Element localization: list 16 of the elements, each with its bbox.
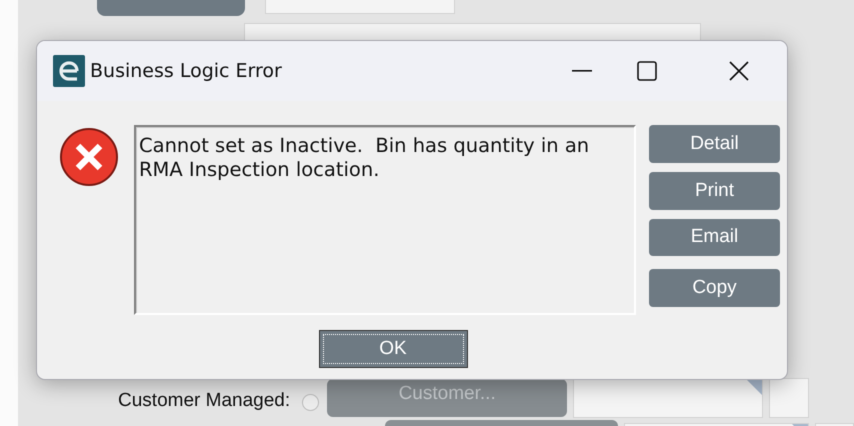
app-logo-icon xyxy=(53,55,85,87)
dialog-button[interactable]: Email xyxy=(649,218,780,256)
maximize-icon[interactable] xyxy=(637,61,657,81)
error-icon xyxy=(59,127,119,187)
radio-button[interactable] xyxy=(302,394,320,410)
input-field[interactable] xyxy=(769,378,810,418)
ok-button[interactable]: OK xyxy=(318,330,468,368)
dialog-button[interactable]: Copy xyxy=(649,269,780,307)
customer-managed-label: Customer Managed: xyxy=(118,390,290,412)
dialog-button[interactable]: Detail xyxy=(649,125,780,163)
input-field[interactable] xyxy=(573,378,764,418)
dialog-button[interactable]: Print xyxy=(649,172,780,210)
error-message: Cannot set as Inactive. Bin has quantity in an RMA Inspection location. xyxy=(139,134,590,182)
minimize-icon[interactable] xyxy=(572,70,592,72)
close-icon[interactable] xyxy=(729,61,749,81)
window-title: Business Logic Error xyxy=(90,60,283,82)
